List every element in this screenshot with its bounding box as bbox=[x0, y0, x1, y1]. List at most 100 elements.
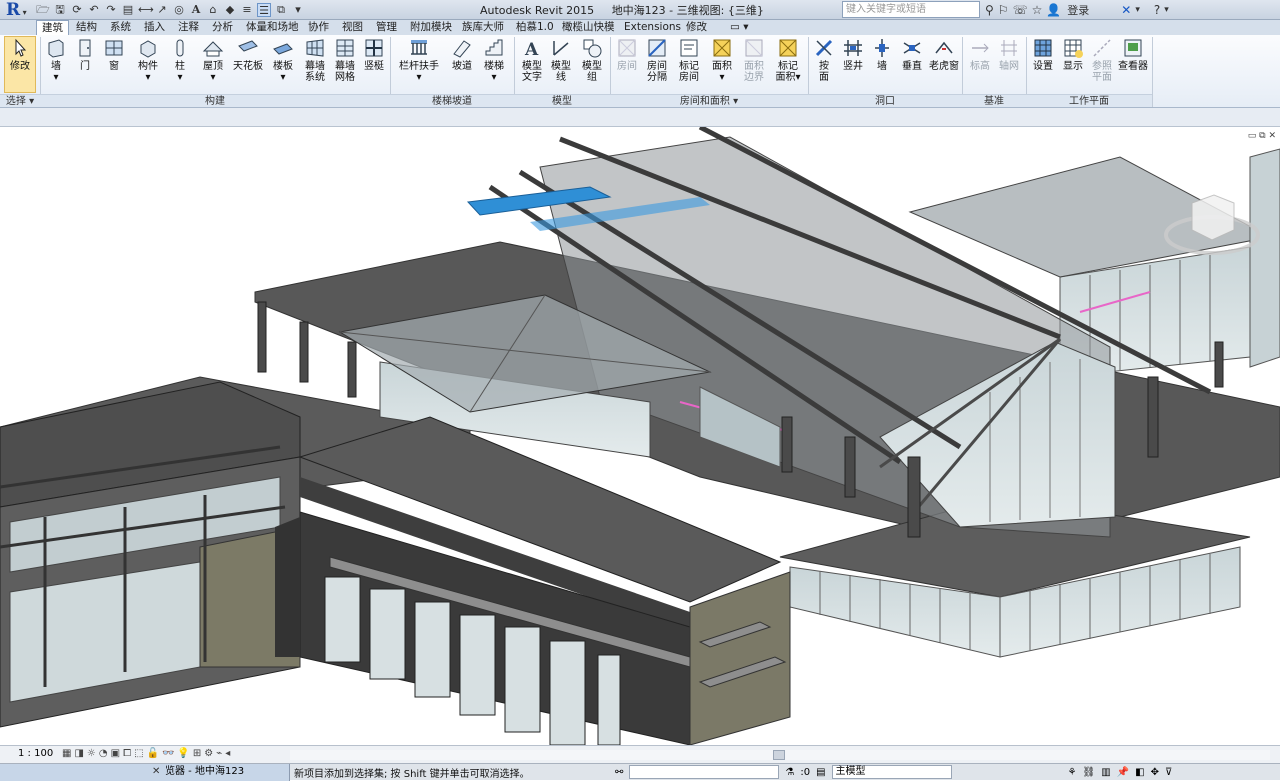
railing-button[interactable]: 栏杆扶手 ▾ bbox=[396, 37, 442, 83]
reference-plane-button[interactable]: 参照 平面 bbox=[1088, 37, 1116, 83]
room-separator-button[interactable]: 房间 分隔 bbox=[644, 37, 670, 83]
search-input[interactable]: 键入关键字或短语 bbox=[842, 1, 980, 18]
level-button[interactable]: 标高 bbox=[966, 37, 994, 72]
window-button[interactable]: 窗 bbox=[100, 37, 128, 72]
tab-modify[interactable]: 修改 bbox=[686, 20, 707, 35]
vertical-opening-button[interactable]: 垂直 bbox=[898, 37, 926, 72]
mullion-button[interactable]: 竖梃 bbox=[362, 37, 386, 72]
drag-elements-icon[interactable]: ✥ bbox=[1151, 767, 1159, 778]
wall-opening-button[interactable]: 墙 bbox=[870, 37, 894, 72]
curtain-grid-button[interactable]: 幕墙 网格 bbox=[332, 37, 358, 83]
analytical-model-icon[interactable]: ⚙ bbox=[204, 748, 213, 759]
component-button[interactable]: 构件 ▾ bbox=[132, 37, 164, 83]
model-group-button[interactable]: 模型 组 bbox=[578, 37, 606, 83]
modify-button[interactable]: 修改 bbox=[6, 37, 34, 72]
tag-room-button[interactable]: 标记 房间 bbox=[676, 37, 702, 83]
open-icon[interactable]: 🗁 bbox=[36, 3, 50, 17]
exchange-apps-icon[interactable]: ✕ bbox=[1121, 3, 1131, 17]
select-panel-label[interactable]: 选择 ▾ bbox=[0, 94, 40, 107]
viewcube[interactable] bbox=[1162, 185, 1262, 265]
unlock-3d-icon[interactable]: 🔓 bbox=[147, 748, 159, 759]
exchange-dropdown-icon[interactable]: ▾ bbox=[1135, 5, 1140, 15]
thin-lines-icon[interactable]: ≡ bbox=[240, 3, 254, 17]
save-icon[interactable]: 🖫 bbox=[53, 3, 67, 17]
crop-view-icon[interactable]: ⧠ bbox=[123, 748, 131, 759]
favorites-icon[interactable]: ☆ bbox=[1032, 3, 1043, 17]
show-crop-icon[interactable]: ⬚ bbox=[134, 748, 143, 759]
ribbon-minimize-button[interactable]: ▭ ▾ bbox=[730, 20, 749, 35]
temporary-properties-icon[interactable]: ⊞ bbox=[193, 748, 201, 759]
room-button[interactable]: 房间 bbox=[614, 37, 640, 72]
tab-insert[interactable]: 插入 bbox=[144, 20, 165, 35]
tab-family-library[interactable]: 族库大师 bbox=[462, 20, 504, 35]
tab-architecture[interactable]: 建筑 bbox=[36, 20, 69, 36]
shaft-button[interactable]: 竖井 bbox=[840, 37, 866, 72]
stair-button[interactable]: 楼梯 ▾ bbox=[480, 37, 508, 83]
show-workplane-button[interactable]: 显示 bbox=[1060, 37, 1086, 72]
sync-icon[interactable]: ⟳ bbox=[70, 3, 84, 17]
building-model-view[interactable] bbox=[0, 127, 1280, 745]
area-button[interactable]: 面积 ▾ bbox=[708, 37, 736, 83]
close-hidden-icon[interactable]: ⧉ bbox=[274, 3, 288, 17]
worksets-icon[interactable]: ⚯ bbox=[615, 767, 623, 778]
tab-analyze[interactable]: 分析 bbox=[212, 20, 233, 35]
tab-bimtools[interactable]: 柏慕1.0 bbox=[516, 20, 554, 35]
set-workplane-button[interactable]: 设置 bbox=[1030, 37, 1056, 72]
redo-icon[interactable]: ↷ bbox=[104, 3, 118, 17]
tab-view[interactable]: 视图 bbox=[342, 20, 363, 35]
select-pinned-icon[interactable]: 📌 bbox=[1117, 767, 1129, 778]
reveal-hidden-icon[interactable]: 💡 bbox=[177, 748, 189, 759]
curtain-system-button[interactable]: 幕墙 系统 bbox=[302, 37, 328, 83]
user-icon[interactable]: 👤 bbox=[1046, 3, 1061, 17]
tab-olive-fastmodel[interactable]: 橄榄山快模 bbox=[562, 20, 615, 35]
model-line-button[interactable]: 模型 线 bbox=[548, 37, 574, 83]
tag-icon[interactable]: ◎ bbox=[172, 3, 186, 17]
scrollbar-thumb[interactable] bbox=[773, 750, 785, 760]
close-icon[interactable]: ✕ bbox=[152, 764, 160, 780]
visual-style-icon[interactable]: ◨ bbox=[74, 748, 83, 759]
tag-area-button[interactable]: 标记 面积▾ bbox=[774, 37, 802, 83]
ramp-button[interactable]: 坡道 bbox=[448, 37, 476, 72]
application-menu-button[interactable]: R ▾ bbox=[2, 0, 34, 20]
workplane-viewer-button[interactable]: 查看器 bbox=[1118, 37, 1148, 72]
editable-only-icon[interactable]: ⚘ bbox=[1068, 767, 1077, 778]
scroll-left-icon[interactable]: ◂ bbox=[225, 748, 230, 759]
room-area-panel-label[interactable]: 房间和面积 ▾ bbox=[610, 94, 808, 107]
area-boundary-button[interactable]: 面积 边界 bbox=[740, 37, 768, 83]
ceiling-button[interactable]: 天花板 bbox=[232, 37, 264, 72]
rendering-icon[interactable]: ▣ bbox=[111, 748, 120, 759]
login-button[interactable]: 登录 bbox=[1067, 2, 1089, 18]
select-links-icon[interactable]: ⛓ bbox=[1083, 767, 1096, 778]
detail-level-icon[interactable]: ▦ bbox=[62, 748, 71, 759]
tab-addins[interactable]: 附加模块 bbox=[410, 20, 452, 35]
workset-dropdown[interactable] bbox=[629, 765, 780, 779]
tab-structure[interactable]: 结构 bbox=[76, 20, 97, 35]
floor-button[interactable]: 楼板 ▾ bbox=[268, 37, 298, 83]
text-icon[interactable]: A bbox=[189, 3, 203, 17]
tab-massing-site[interactable]: 体量和场地 bbox=[246, 20, 299, 35]
select-underlay-icon[interactable]: ▥ bbox=[1101, 767, 1110, 778]
filter-count-icon[interactable]: ⊽ bbox=[1165, 767, 1172, 778]
roof-button[interactable]: 屋顶 ▾ bbox=[198, 37, 228, 83]
help-icon[interactable]: ? bbox=[1154, 3, 1160, 17]
help-dropdown-icon[interactable]: ▾ bbox=[1164, 5, 1169, 15]
customize-qat-icon[interactable]: ▾ bbox=[291, 3, 305, 17]
shadows-icon[interactable]: ◔ bbox=[99, 748, 108, 759]
switch-windows-icon[interactable]: ☰ bbox=[257, 3, 271, 17]
temporary-hide-icon[interactable]: 👓 bbox=[162, 748, 174, 759]
measure-icon[interactable]: ⟷ bbox=[138, 3, 154, 17]
section-icon[interactable]: ◆ bbox=[223, 3, 237, 17]
model-dropdown[interactable]: 主模型 bbox=[831, 765, 952, 779]
model-text-button[interactable]: A 模型 文字 bbox=[518, 37, 546, 83]
3d-view-icon[interactable]: ⌂ bbox=[206, 3, 220, 17]
wall-button[interactable]: 墙 ▾ bbox=[42, 37, 70, 83]
undo-icon[interactable]: ↶ bbox=[87, 3, 101, 17]
tab-manage[interactable]: 管理 bbox=[376, 20, 397, 35]
tab-extensions[interactable]: Extensions bbox=[624, 20, 681, 35]
viewport-window-controls[interactable]: ▭ ⧉ ✕ bbox=[1248, 131, 1276, 141]
view-scale[interactable]: 1 : 100 bbox=[18, 748, 53, 759]
tab-annotate[interactable]: 注释 bbox=[178, 20, 199, 35]
3d-viewport[interactable]: ▭ ⧉ ✕ bbox=[0, 127, 1280, 745]
print-icon[interactable]: ▤ bbox=[121, 3, 135, 17]
design-options-icon[interactable]: ▤ bbox=[816, 767, 825, 778]
